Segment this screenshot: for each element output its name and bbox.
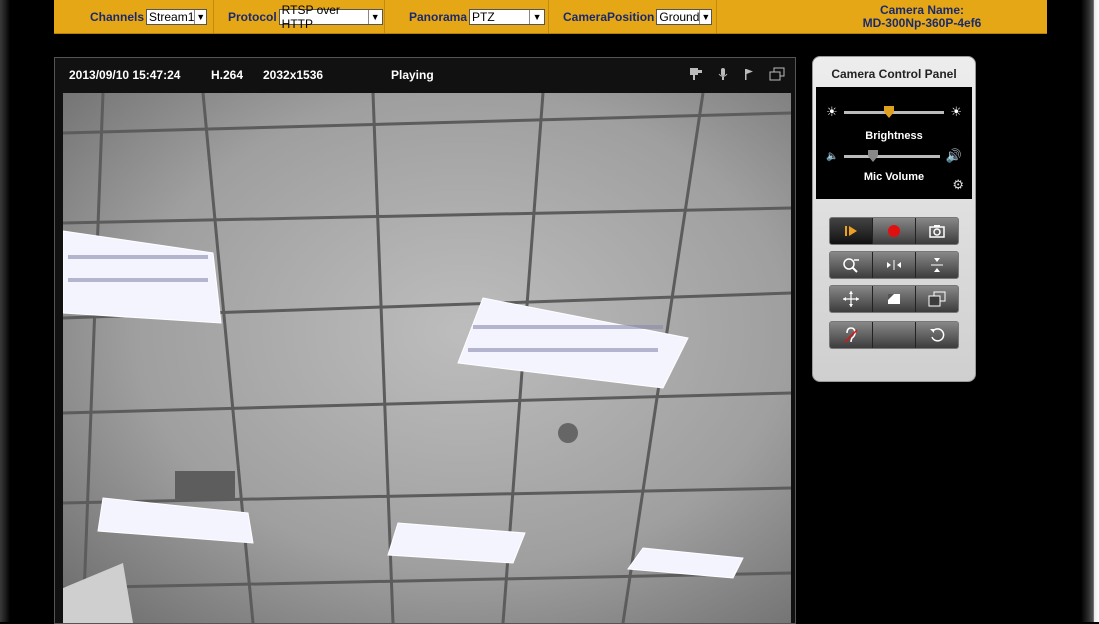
camera-control-panel: Camera Control Panel ☀ ☀ Brightness 🔈 🔊 …	[812, 56, 976, 382]
region-icon	[888, 294, 900, 304]
protocol-label: Protocol	[228, 9, 277, 24]
panorama-group: Panorama PTZ ▼	[385, 0, 549, 33]
listen-button[interactable]	[830, 322, 873, 348]
chevron-down-icon: ▼	[699, 9, 711, 24]
brightness-high-icon: ☀	[950, 104, 962, 119]
move-arrows-icon	[843, 291, 859, 307]
camera-position-value: Ground	[659, 9, 700, 24]
protocol-select[interactable]: RTSP over HTTP ▼	[278, 3, 383, 31]
channels-label: Channels	[90, 9, 145, 24]
rotate-button[interactable]	[916, 322, 958, 348]
mic-volume-slider[interactable]	[844, 149, 940, 162]
rotate-icon	[930, 328, 945, 342]
panorama-select[interactable]: PTZ ▼	[469, 8, 546, 25]
camera-position-label: CameraPosition	[563, 9, 655, 24]
record-button[interactable]	[873, 218, 916, 244]
volume-low-icon: 🔈	[826, 150, 839, 162]
protocol-value: RTSP over HTTP	[281, 2, 340, 31]
panorama-label: Panorama	[409, 9, 468, 24]
control-panel-title: Camera Control Panel	[831, 67, 957, 81]
brightness-handle[interactable]	[883, 105, 894, 118]
channels-select[interactable]: Stream1 ▼	[146, 8, 208, 25]
brightness-slider-row: ☀ ☀	[826, 104, 962, 119]
play-button[interactable]	[830, 218, 873, 244]
adjustment-box: ☀ ☀ Brightness 🔈 🔊 Mic Volume ⚙	[816, 87, 972, 199]
timestamp: 2013/09/10 15:47:24	[69, 68, 181, 82]
mic-volume-label: Mic Volume	[863, 171, 925, 183]
video-info-bar: 2013/09/10 15:47:24 H.264 2032x1536 Play…	[55, 58, 795, 92]
extra-buttons	[829, 321, 959, 349]
window-button[interactable]	[916, 286, 958, 312]
gear-icon[interactable]: ⚙	[952, 177, 964, 193]
brightness-slider[interactable]	[843, 105, 945, 118]
snapshot-button[interactable]	[916, 218, 958, 244]
ceiling-image	[63, 93, 791, 623]
playback-status: Playing	[391, 68, 434, 82]
pan-move-button[interactable]	[830, 286, 873, 312]
camera-position-group: CameraPosition Ground ▼	[549, 0, 717, 33]
play-icon	[845, 226, 857, 236]
fit-height-icon	[931, 258, 943, 272]
top-toolbar: Channels Stream1 ▼ Protocol RTSP over HT…	[54, 0, 1047, 34]
region-button[interactable]	[873, 286, 916, 312]
fit-height-button[interactable]	[916, 252, 958, 278]
video-viewer: 2013/09/10 15:47:24 H.264 2032x1536 Play…	[54, 57, 796, 624]
snapshot-camera-icon	[929, 225, 945, 238]
channels-group: Channels Stream1 ▼	[54, 0, 214, 33]
right-frame-scrollbar[interactable]	[1081, 0, 1099, 622]
chevron-down-icon: ▼	[367, 9, 382, 24]
mic-volume-handle[interactable]	[868, 149, 879, 162]
camera-name-value: MD-300Np-360P-4ef6	[862, 15, 982, 30]
window-icon	[928, 291, 946, 307]
panorama-value: PTZ	[472, 9, 495, 24]
chevron-down-icon: ▼	[194, 9, 206, 24]
camera-icon[interactable]	[689, 67, 703, 84]
view-buttons	[829, 285, 959, 313]
camera-name: Camera Name: MD-300Np-360P-4ef6	[797, 2, 1047, 30]
brightness-label: Brightness	[865, 130, 923, 142]
window-restore-icon[interactable]	[769, 67, 785, 84]
chevron-down-icon: ▼	[529, 9, 544, 24]
zoom-out-icon	[843, 258, 859, 273]
blank-button[interactable]	[873, 322, 916, 348]
camera-position-select[interactable]: Ground ▼	[656, 8, 713, 25]
playback-buttons	[829, 217, 959, 245]
viewer-icons	[689, 67, 785, 84]
protocol-group: Protocol RTSP over HTTP ▼	[214, 0, 385, 33]
left-frame	[0, 0, 10, 622]
camera-name-label: Camera Name:	[879, 2, 965, 17]
zoom-out-button[interactable]	[830, 252, 873, 278]
brightness-low-icon: ☀	[826, 104, 838, 119]
microphone-icon[interactable]	[717, 67, 729, 84]
fit-width-icon	[887, 260, 901, 270]
mic-volume-slider-row: 🔈 🔊	[826, 148, 962, 163]
video-feed[interactable]	[63, 93, 791, 623]
fit-width-button[interactable]	[873, 252, 916, 278]
volume-high-icon: 🔊	[945, 148, 962, 163]
record-icon	[888, 225, 900, 237]
zoom-buttons	[829, 251, 959, 279]
channels-value: Stream1	[149, 9, 195, 24]
ear-icon	[844, 327, 858, 343]
resolution: 2032x1536	[263, 68, 324, 82]
codec: H.264	[211, 68, 244, 82]
flag-icon[interactable]	[743, 67, 755, 84]
